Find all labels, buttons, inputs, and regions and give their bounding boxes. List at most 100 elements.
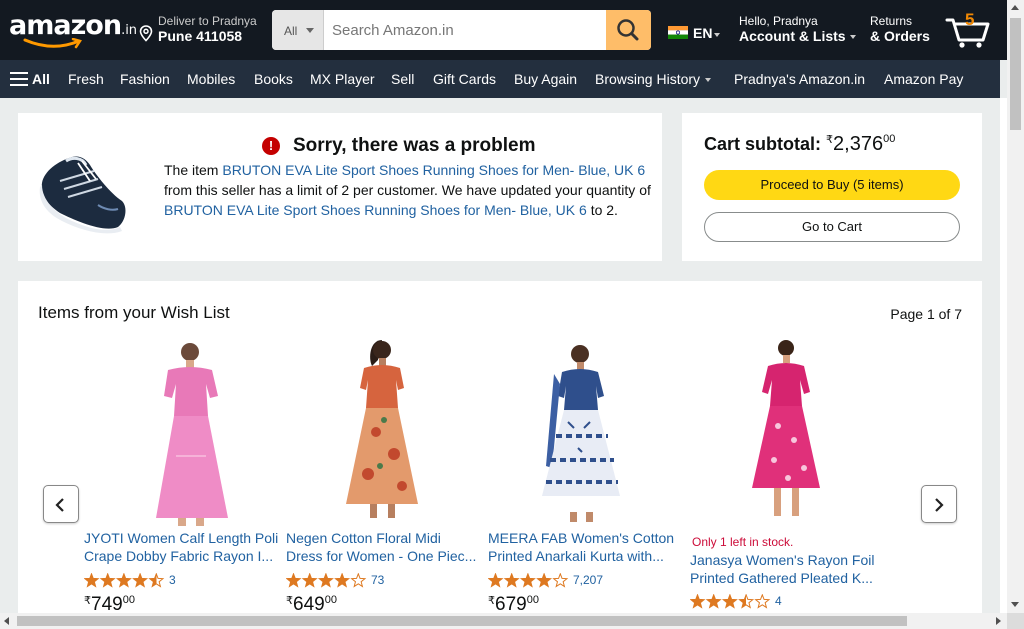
scroll-down-arrow-icon[interactable]	[1011, 602, 1019, 607]
wishlist-page-indicator: Page 1 of 7	[890, 306, 962, 322]
logo-text: amazon	[9, 10, 122, 41]
carousel-next-button[interactable]	[921, 485, 957, 523]
nav-fashion[interactable]: Fashion	[120, 71, 170, 87]
nav-books[interactable]: Books	[254, 71, 293, 87]
product-shoe-image[interactable]	[38, 135, 130, 235]
product-link-2[interactable]: BRUTON EVA Lite Sport Shoes Running Shoe…	[164, 202, 587, 218]
nav-gift-cards[interactable]: Gift Cards	[433, 71, 496, 87]
account-greeting: Hello, Pradnya	[739, 14, 818, 28]
price-fraction: 00	[324, 594, 337, 606]
product-name-line: Printed Anarkali Kurta with...	[488, 548, 664, 564]
currency-symbol: ₹	[826, 134, 834, 146]
star-rating-icon	[690, 594, 771, 609]
search-category-dropdown[interactable]: All	[272, 10, 324, 50]
stock-warning: Only 1 left in stock.	[692, 535, 794, 549]
account-lists-label: Account & Lists	[739, 28, 846, 44]
returns-label: Returns	[870, 14, 913, 28]
proceed-to-buy-button[interactable]: Proceed to Buy (5 items)	[704, 170, 960, 200]
product-name-line: Janasya Women's Rayon Foil	[690, 552, 875, 568]
product-image[interactable]	[284, 336, 480, 528]
product-name-line: JYOTI Women Calf Length Poli	[84, 530, 279, 546]
right-edge-strip	[1000, 98, 1007, 613]
carousel-prev-button[interactable]	[43, 485, 79, 523]
hamburger-menu-icon[interactable]	[10, 72, 28, 86]
alert-text-3: to 2.	[586, 202, 618, 218]
nav-sell[interactable]: Sell	[391, 71, 414, 87]
chevron-down-icon	[714, 33, 720, 37]
search-input[interactable]	[324, 10, 606, 50]
alert-icon: !	[262, 137, 280, 155]
nav-mx-player[interactable]: MX Player	[310, 71, 375, 87]
star-icon	[690, 594, 706, 609]
chevron-down-icon	[705, 78, 712, 83]
scrollbar-corner	[1007, 613, 1024, 629]
product-name-link[interactable]: JYOTI Women Calf Length Poli Crape Dobby…	[84, 529, 280, 565]
star-icon	[754, 594, 771, 609]
vertical-scrollbar[interactable]	[1007, 0, 1024, 613]
scroll-up-arrow-icon[interactable]	[1011, 5, 1019, 10]
returns-orders[interactable]: Returns & Orders	[870, 14, 930, 44]
alert-title: Sorry, there was a problem	[293, 135, 536, 156]
star-icon	[350, 573, 367, 588]
chevron-left-icon	[55, 498, 64, 512]
review-count: 3	[169, 573, 176, 587]
product-rating[interactable]: 73	[286, 573, 384, 588]
account-lists[interactable]: Hello, Pradnya Account & Lists	[739, 14, 856, 44]
product-name-line: Dress for Women - One Piec...	[286, 548, 477, 564]
star-icon	[536, 573, 553, 588]
star-icon	[148, 573, 165, 588]
star-icon	[552, 573, 569, 588]
star-icon	[721, 594, 738, 609]
amazon-logo[interactable]: amazon.in	[9, 10, 137, 52]
search-button[interactable]	[606, 10, 651, 50]
product-name-link[interactable]: Negen Cotton Floral Midi Dress for Women…	[286, 529, 482, 565]
nav-buy-again[interactable]: Buy Again	[514, 71, 577, 87]
price-fraction: 00	[122, 594, 135, 606]
smile-arrow-icon	[23, 38, 82, 49]
star-rating-icon	[286, 573, 367, 588]
product-rating[interactable]: 3	[84, 573, 176, 588]
go-to-cart-button[interactable]: Go to Cart	[704, 212, 960, 242]
language-code: EN	[693, 25, 713, 41]
nav-all[interactable]: All	[32, 71, 50, 87]
nav-my-amazon[interactable]: Pradnya's Amazon.in	[734, 71, 865, 87]
star-icon	[317, 573, 334, 588]
cart-button[interactable]: 5	[945, 10, 995, 50]
product-name-line: Negen Cotton Floral Midi	[286, 530, 441, 546]
star-rating-icon	[488, 573, 569, 588]
star-icon	[705, 594, 722, 609]
product-image[interactable]	[82, 336, 278, 528]
review-count: 73	[371, 573, 385, 587]
star-icon	[334, 573, 351, 588]
product-image[interactable]	[486, 336, 682, 528]
product-rating[interactable]: 7,207	[488, 573, 603, 588]
chevron-down-icon	[306, 28, 314, 33]
subtotal-label: Cart subtotal:	[704, 134, 821, 154]
subtotal-amount: 2,376	[833, 133, 884, 155]
nav-browsing-history-label: Browsing History	[595, 71, 701, 87]
horizontal-scrollbar[interactable]	[0, 613, 1007, 629]
nav-fresh[interactable]: Fresh	[68, 71, 104, 87]
product-link-1[interactable]: BRUTON EVA Lite Sport Shoes Running Shoe…	[222, 162, 645, 178]
currency-symbol: ₹	[286, 595, 293, 607]
product-name-link[interactable]: MEERA FAB Women's Cotton Printed Anarkal…	[488, 529, 684, 565]
cart-subtotal-panel: Cart subtotal: ₹2,37600 Proceed to Buy (…	[682, 113, 982, 261]
review-count: 4	[775, 594, 782, 608]
nav-amazon-pay[interactable]: Amazon Pay	[884, 71, 963, 87]
scrollbar-thumb[interactable]	[17, 616, 907, 626]
star-icon	[738, 594, 755, 609]
subtotal-fraction: 00	[883, 133, 896, 145]
product-name-link[interactable]: Janasya Women's Rayon Foil Printed Gathe…	[690, 551, 886, 587]
scroll-right-arrow-icon[interactable]	[996, 617, 1001, 625]
problem-alert-panel: ! Sorry, there was a problem The item BR…	[18, 113, 662, 261]
nav-mobiles[interactable]: Mobiles	[187, 71, 235, 87]
scroll-left-arrow-icon[interactable]	[4, 617, 9, 625]
nav-browsing-history[interactable]: Browsing History	[595, 71, 712, 87]
product-image[interactable]	[688, 336, 884, 528]
product-name-line: Printed Gathered Pleated K...	[690, 570, 873, 586]
star-icon	[115, 573, 132, 588]
product-rating[interactable]: 4	[690, 594, 782, 609]
currency-symbol: ₹	[488, 595, 495, 607]
scrollbar-thumb[interactable]	[1010, 18, 1021, 130]
chevron-down-icon	[849, 35, 856, 40]
